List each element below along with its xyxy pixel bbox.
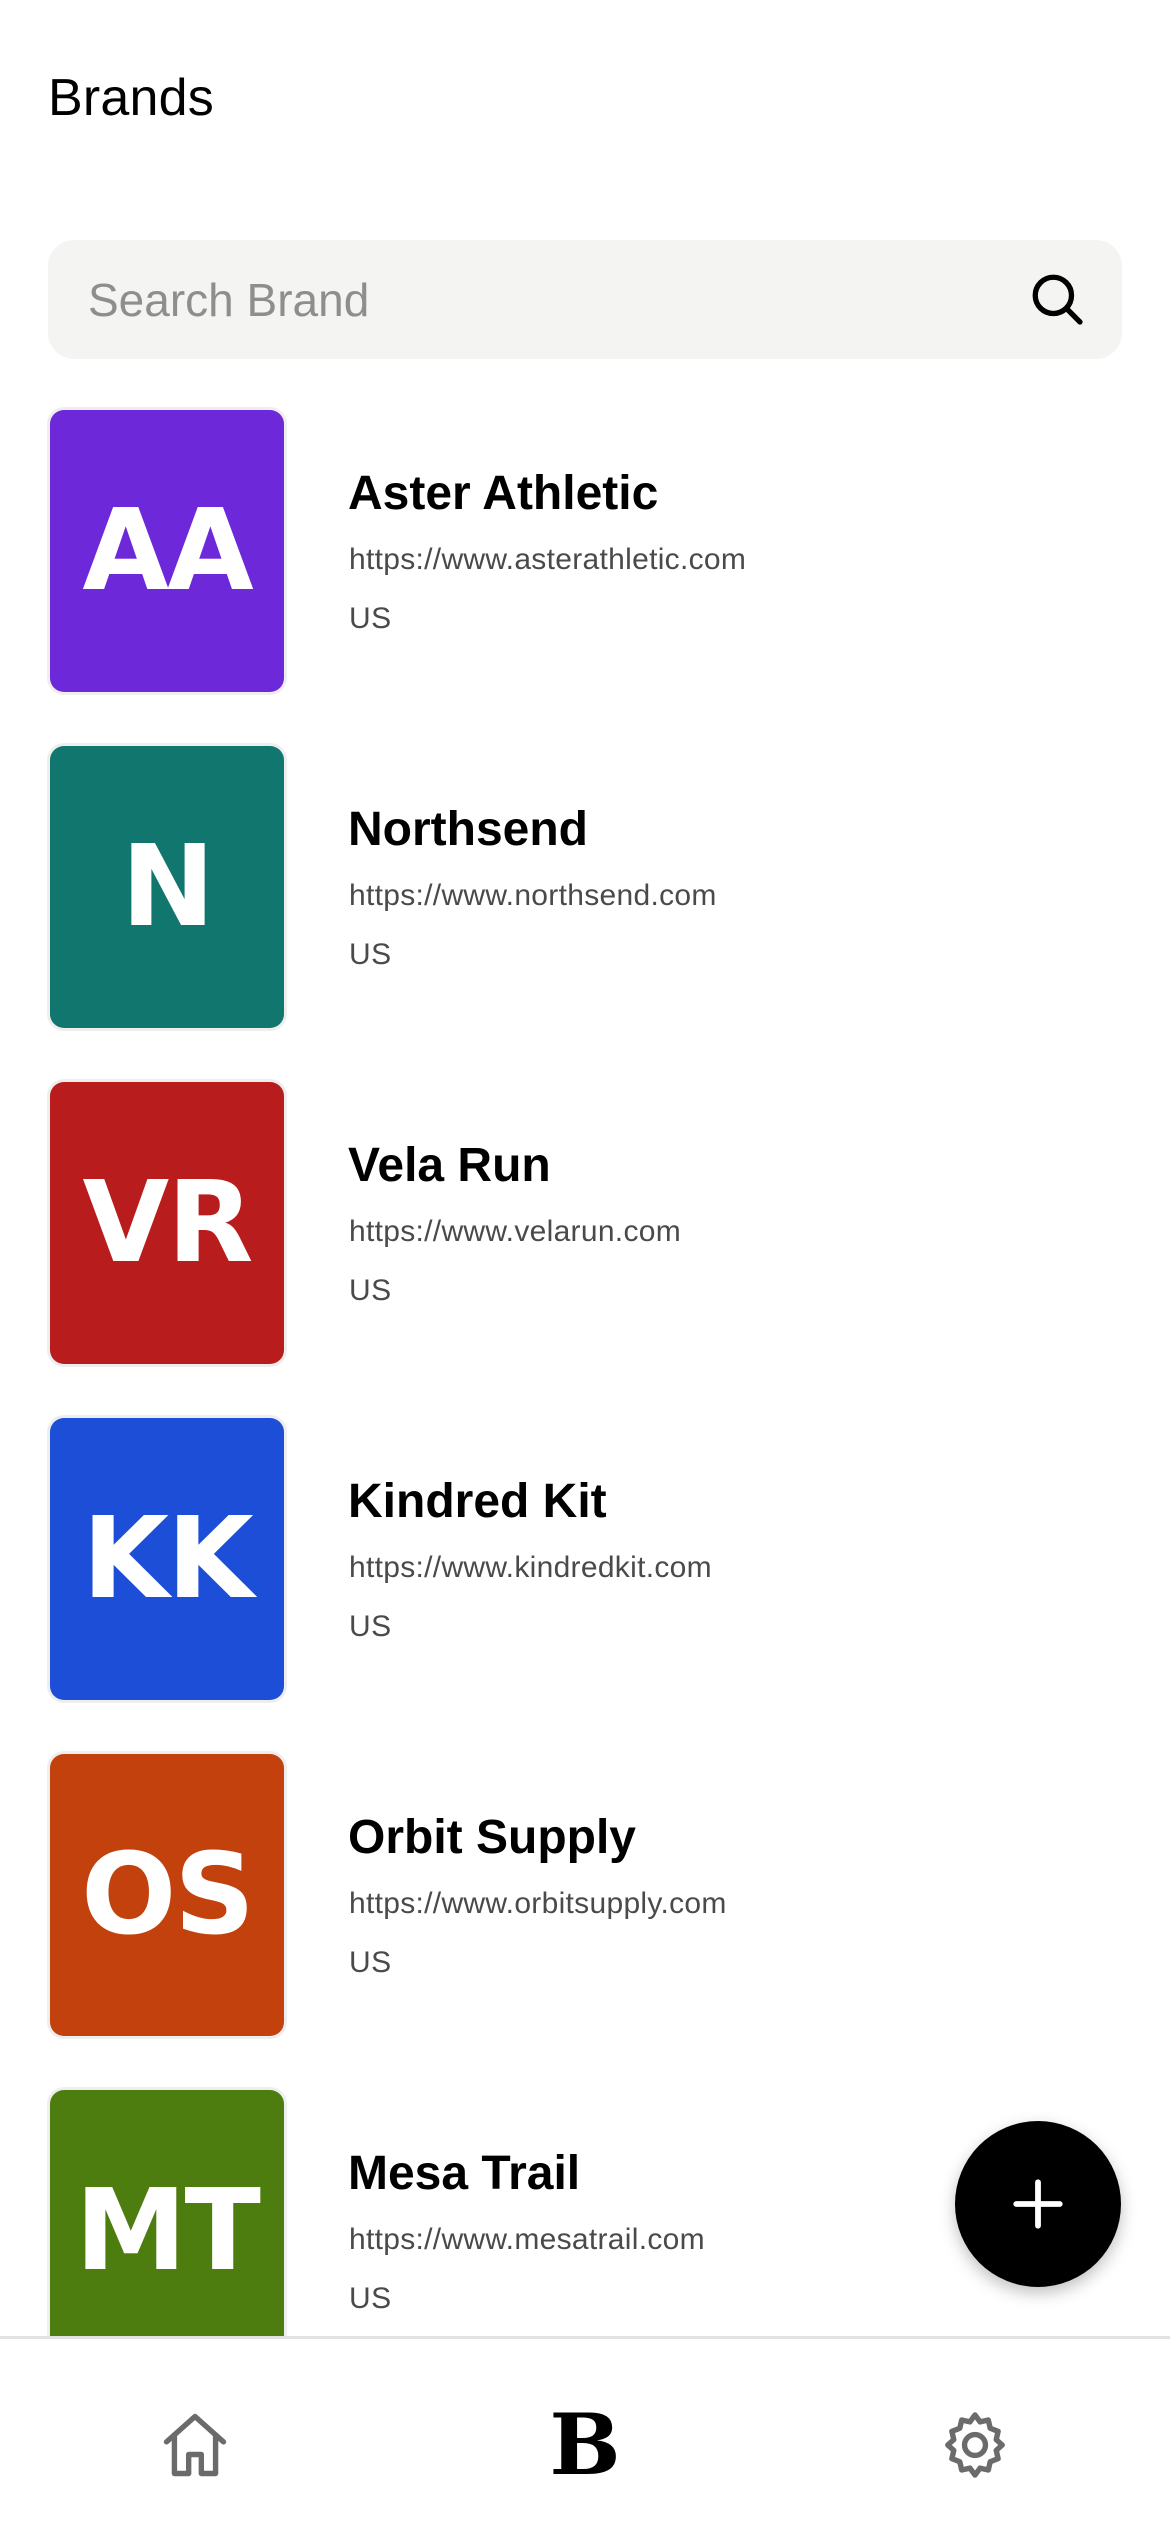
brand-url: https://www.kindredkit.com xyxy=(349,1551,712,1584)
add-brand-button[interactable] xyxy=(955,2121,1121,2287)
brand-country: US xyxy=(349,1610,392,1643)
bottom-tab-bar: B xyxy=(0,2336,1170,2532)
page-title: Brands xyxy=(48,69,214,127)
gear-icon xyxy=(945,2412,1005,2478)
brand-logo: VR xyxy=(50,1082,284,1364)
brand-name: Orbit Supply xyxy=(348,1811,636,1864)
brand-url: https://www.mesatrail.com xyxy=(349,2223,705,2256)
brand-logo: N xyxy=(50,746,284,1028)
brand-url: https://www.northsend.com xyxy=(349,879,717,912)
brand-list: AA Aster Athletic https://www.asterathle… xyxy=(0,408,1170,2424)
search-input[interactable] xyxy=(88,240,988,359)
brand-list-item[interactable]: N Northsend https://www.northsend.com US xyxy=(0,744,1170,1080)
brand-b-icon: B xyxy=(549,2395,621,2494)
brand-list-item[interactable]: VR Vela Run https://www.velarun.com US xyxy=(0,1080,1170,1416)
brand-name: Northsend xyxy=(348,803,588,856)
tab-home[interactable] xyxy=(0,2339,390,2532)
brand-name: Kindred Kit xyxy=(348,1475,607,1528)
tab-brands[interactable]: B xyxy=(390,2339,780,2532)
brand-url: https://www.velarun.com xyxy=(349,1215,682,1248)
brand-country: US xyxy=(349,2282,392,2315)
brand-country: US xyxy=(349,602,392,635)
brand-name: Vela Run xyxy=(348,1139,551,1192)
brand-country: US xyxy=(349,1946,392,1979)
home-icon xyxy=(163,2413,227,2477)
brand-country: US xyxy=(349,1274,392,1307)
brand-logo: OS xyxy=(50,1754,284,2036)
brand-url: https://www.asterathletic.com xyxy=(349,543,747,576)
brand-name: Mesa Trail xyxy=(348,2147,581,2200)
brand-logo: KK xyxy=(50,1418,284,1700)
brand-url: https://www.orbitsupply.com xyxy=(349,1887,727,1920)
plus-icon xyxy=(1013,2179,1063,2229)
tab-settings[interactable] xyxy=(780,2339,1170,2532)
brand-country: US xyxy=(349,938,392,971)
brand-list-item[interactable]: AA Aster Athletic https://www.asterathle… xyxy=(0,408,1170,744)
search-bar[interactable] xyxy=(48,240,1122,359)
brand-name: Aster Athletic xyxy=(348,467,659,520)
search-icon[interactable] xyxy=(1028,270,1086,328)
brand-logo: MT xyxy=(50,2090,284,2372)
brand-logo: AA xyxy=(50,410,284,692)
brand-list-item[interactable]: OS Orbit Supply https://www.orbitsupply.… xyxy=(0,1752,1170,2088)
brand-list-item[interactable]: KK Kindred Kit https://www.kindredkit.co… xyxy=(0,1416,1170,1752)
brands-screen: Brands AA Aster Athletic https://www.ast… xyxy=(0,0,1170,2532)
